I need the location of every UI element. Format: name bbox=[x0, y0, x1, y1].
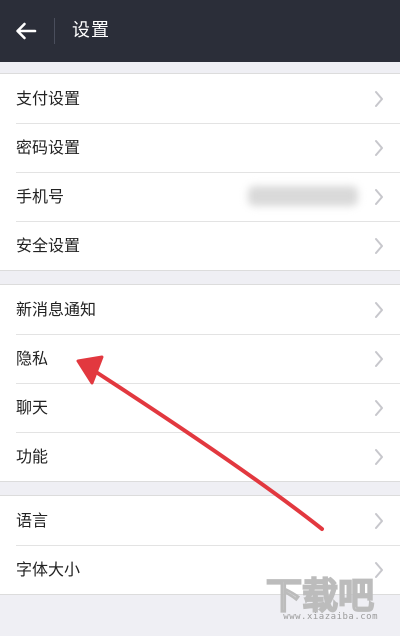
settings-item-phone[interactable]: 手机号 bbox=[0, 172, 400, 221]
settings-item-label: 手机号 bbox=[16, 187, 65, 206]
settings-item-label: 功能 bbox=[16, 447, 49, 466]
settings-item-font-size[interactable]: 字体大小 bbox=[0, 545, 400, 594]
chevron-right-icon bbox=[375, 513, 383, 529]
settings-item-label: 语言 bbox=[16, 511, 49, 530]
chevron-right-icon bbox=[375, 189, 383, 205]
chevron-right-icon bbox=[375, 91, 383, 107]
settings-item-security[interactable]: 安全设置 bbox=[0, 221, 400, 270]
chevron-right-icon bbox=[375, 449, 383, 465]
settings-item-label: 密码设置 bbox=[16, 138, 81, 157]
settings-item-features[interactable]: 功能 bbox=[0, 432, 400, 481]
settings-item-label: 安全设置 bbox=[16, 236, 81, 255]
chevron-right-icon bbox=[375, 140, 383, 156]
chevron-right-icon bbox=[375, 351, 383, 367]
settings-group-account: 支付设置 密码设置 手机号 安全设置 bbox=[0, 73, 400, 271]
settings-item-chat[interactable]: 聊天 bbox=[0, 383, 400, 432]
watermark-url: www.xiazaiba.com bbox=[283, 612, 378, 622]
settings-item-language[interactable]: 语言 bbox=[0, 496, 400, 545]
chevron-right-icon bbox=[375, 238, 383, 254]
phone-number-value-blurred bbox=[248, 186, 358, 206]
chevron-right-icon bbox=[375, 562, 383, 578]
settings-group-display: 语言 字体大小 bbox=[0, 495, 400, 595]
header-divider bbox=[54, 18, 55, 44]
settings-item-notifications[interactable]: 新消息通知 bbox=[0, 285, 400, 334]
back-arrow-icon bbox=[16, 22, 37, 40]
settings-item-privacy[interactable]: 隐私 bbox=[0, 334, 400, 383]
settings-item-label: 新消息通知 bbox=[16, 300, 97, 319]
settings-item-label: 聊天 bbox=[16, 398, 49, 417]
back-button[interactable] bbox=[6, 10, 46, 52]
settings-item-label: 隐私 bbox=[16, 349, 49, 368]
chevron-right-icon bbox=[375, 302, 383, 318]
page-title: 设置 bbox=[72, 20, 110, 41]
settings-item-payment[interactable]: 支付设置 bbox=[0, 74, 400, 123]
settings-item-label: 字体大小 bbox=[16, 560, 81, 579]
chevron-right-icon bbox=[375, 400, 383, 416]
settings-item-label: 支付设置 bbox=[16, 89, 81, 108]
settings-group-general: 新消息通知 隐私 聊天 功能 bbox=[0, 284, 400, 482]
top-app-bar: 设置 bbox=[0, 0, 400, 62]
settings-item-password[interactable]: 密码设置 bbox=[0, 123, 400, 172]
